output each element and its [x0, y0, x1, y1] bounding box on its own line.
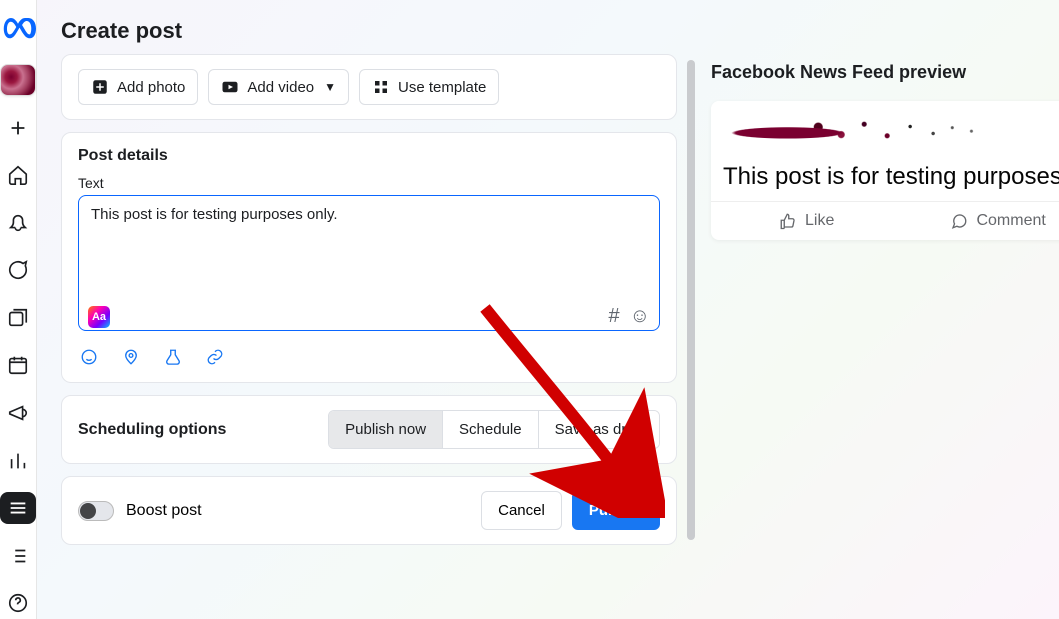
- composer-column: Add photo Add video ▼ Use template Post …: [61, 54, 677, 619]
- post-attachments-row: [78, 346, 660, 368]
- preview-actions: Like Comment: [711, 201, 1059, 240]
- add-photo-button[interactable]: Add photo: [78, 69, 198, 105]
- main-area: Create post Add photo Add video ▼: [37, 0, 1059, 619]
- add-video-button[interactable]: Add video ▼: [208, 69, 349, 105]
- post-details-card: Post details Text Aa # ☺: [61, 132, 677, 383]
- add-photo-label: Add photo: [117, 79, 185, 96]
- menu-icon[interactable]: [0, 492, 36, 524]
- feeling-icon[interactable]: [78, 346, 100, 368]
- preview-card: This post is for testing purposes o Like…: [711, 101, 1059, 240]
- left-nav-rail: [0, 0, 37, 619]
- use-template-label: Use template: [398, 79, 486, 96]
- preview-image: [711, 101, 1059, 159]
- page-title: Create post: [61, 18, 1059, 44]
- schedule-option[interactable]: Schedule: [442, 411, 538, 448]
- footer-card: Boost post Cancel Publish: [61, 476, 677, 545]
- page-avatar[interactable]: [0, 64, 36, 96]
- hashtag-icon[interactable]: #: [608, 305, 619, 328]
- text-styles-button[interactable]: Aa: [88, 306, 110, 328]
- content-icon[interactable]: [0, 302, 36, 334]
- home-icon[interactable]: [0, 159, 36, 191]
- boost-label: Boost post: [126, 502, 202, 520]
- publish-button[interactable]: Publish: [572, 491, 660, 530]
- link-icon[interactable]: [204, 346, 226, 368]
- post-details-title: Post details: [78, 147, 660, 165]
- add-video-label: Add video: [247, 79, 314, 96]
- preview-comment-label: Comment: [976, 212, 1045, 230]
- boost-toggle[interactable]: [78, 501, 114, 521]
- media-card: Add photo Add video ▼ Use template: [61, 54, 677, 120]
- scrollbar-thumb[interactable]: [687, 60, 695, 540]
- post-text-input[interactable]: [78, 195, 660, 331]
- insights-icon[interactable]: [0, 445, 36, 477]
- meta-logo[interactable]: [0, 12, 36, 48]
- preview-like-button[interactable]: Like: [711, 202, 902, 240]
- chevron-down-icon: ▼: [324, 80, 336, 94]
- cancel-button[interactable]: Cancel: [481, 491, 562, 530]
- inbox-icon[interactable]: [0, 255, 36, 287]
- preview-title: Facebook News Feed preview: [711, 62, 1059, 83]
- scheduling-title: Scheduling options: [78, 421, 226, 439]
- ab-test-icon[interactable]: [162, 346, 184, 368]
- save-draft-option[interactable]: Save as draft: [538, 411, 659, 448]
- scheduling-segmented: Publish now Schedule Save as draft: [328, 410, 660, 449]
- preview-like-label: Like: [805, 212, 834, 230]
- location-icon[interactable]: [120, 346, 142, 368]
- planner-icon[interactable]: [0, 350, 36, 382]
- text-styles-icon: Aa: [88, 306, 110, 328]
- ads-icon[interactable]: [0, 397, 36, 429]
- text-field-label: Text: [78, 175, 660, 191]
- scheduling-card: Scheduling options Publish now Schedule …: [61, 395, 677, 464]
- preview-comment-button[interactable]: Comment: [902, 202, 1059, 240]
- preview-post-text: This post is for testing purposes o: [711, 159, 1059, 201]
- publish-now-option[interactable]: Publish now: [329, 411, 442, 448]
- emoji-icon[interactable]: ☺: [630, 305, 650, 328]
- help-icon[interactable]: [0, 587, 36, 619]
- notifications-icon[interactable]: [0, 207, 36, 239]
- preview-column: Facebook News Feed preview This post is …: [711, 54, 1059, 619]
- todo-icon[interactable]: [0, 540, 36, 572]
- use-template-button[interactable]: Use template: [359, 69, 499, 105]
- create-icon[interactable]: [0, 112, 36, 144]
